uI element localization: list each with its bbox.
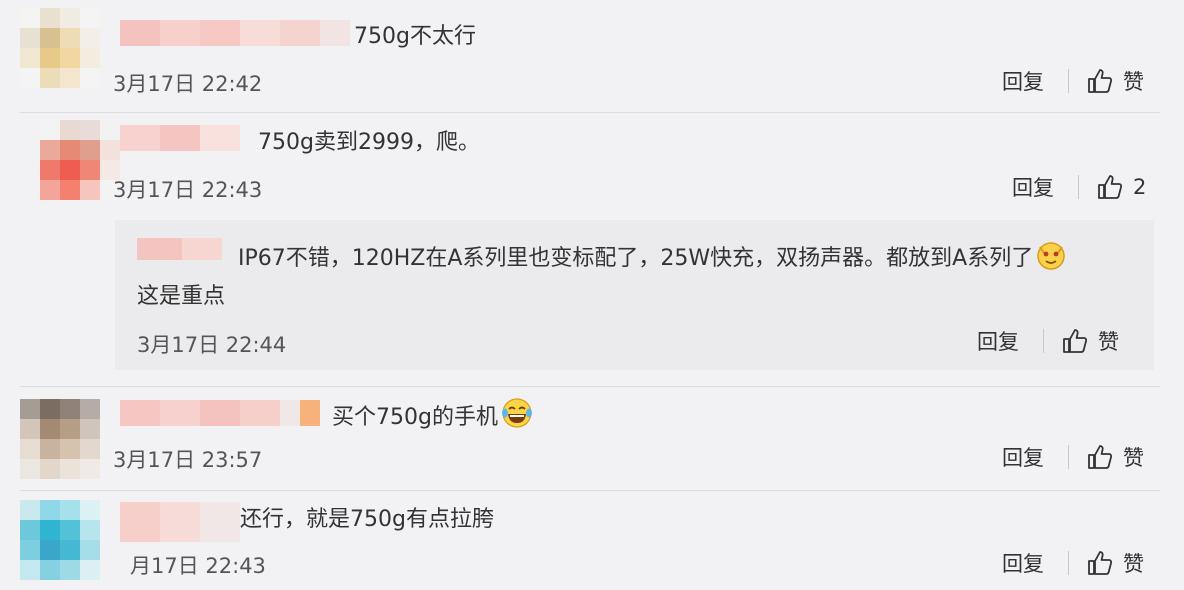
comment-list: 750g不太行 3月17日 22:42 回复 赞 750g卖到2999，爬。 3… xyxy=(0,0,1184,590)
comment-text: 750g不太行 xyxy=(354,24,476,49)
comment-actions: 回复 2 xyxy=(1012,172,1146,202)
comment-timestamp: 3月17日 23:57 xyxy=(113,448,263,472)
thumbs-up-icon[interactable] xyxy=(1087,444,1113,470)
like-button[interactable]: 赞 xyxy=(1123,66,1144,96)
username[interactable] xyxy=(120,502,240,542)
comment-text: 还行，就是750g有点拉胯 xyxy=(240,507,494,532)
comment-timestamp: 月17日 22:43 xyxy=(130,554,266,578)
avatar[interactable] xyxy=(20,399,100,479)
divider xyxy=(20,386,1160,387)
divider xyxy=(20,112,1160,113)
thumbs-up-icon[interactable] xyxy=(1087,68,1113,94)
reply-timestamp: 3月17日 22:44 xyxy=(137,333,287,357)
thumbs-up-icon[interactable] xyxy=(1062,328,1088,354)
reply-actions: 回复 赞 xyxy=(977,326,1119,356)
thumbs-up-icon[interactable] xyxy=(1097,174,1123,200)
divider xyxy=(1078,175,1079,199)
like-button[interactable]: 赞 xyxy=(1123,548,1144,578)
avatar[interactable] xyxy=(40,120,120,200)
username[interactable] xyxy=(120,20,350,46)
thumbs-up-icon[interactable] xyxy=(1087,550,1113,576)
doge-emoji xyxy=(1035,239,1067,280)
username[interactable] xyxy=(120,125,240,151)
reply-button[interactable]: 回复 xyxy=(1002,442,1044,472)
avatar[interactable] xyxy=(20,500,100,580)
like-button[interactable]: 赞 xyxy=(1123,442,1144,472)
laugh-tears-emoji xyxy=(500,396,534,439)
reply-text-line: 这是重点 xyxy=(137,284,226,309)
comment-text: 750g卖到2999，爬。 xyxy=(258,130,480,155)
reply-button[interactable]: 回复 xyxy=(1012,172,1054,202)
divider xyxy=(1068,551,1069,575)
comment-timestamp: 3月17日 22:43 xyxy=(113,178,263,202)
comment-timestamp: 3月17日 22:42 xyxy=(113,72,263,96)
comment-actions: 回复 赞 xyxy=(1002,66,1144,96)
comment-text: 买个750g的手机 xyxy=(332,396,534,439)
username[interactable] xyxy=(120,400,320,426)
reply-text-line: IP67不错，120HZ在A系列里也变标配了，25W快充，双扬声器。都放到A系列… xyxy=(238,246,1034,271)
comment-actions: 回复 赞 xyxy=(1002,548,1144,578)
like-count[interactable]: 2 xyxy=(1133,175,1146,199)
like-button[interactable]: 赞 xyxy=(1098,326,1119,356)
avatar[interactable] xyxy=(20,8,100,88)
reply-button[interactable]: 回复 xyxy=(1002,66,1044,96)
username[interactable] xyxy=(137,238,222,260)
reply-button[interactable]: 回复 xyxy=(977,326,1019,356)
reply-button[interactable]: 回复 xyxy=(1002,548,1044,578)
divider xyxy=(1068,445,1069,469)
divider xyxy=(1043,329,1044,353)
reply-text: IP67不错，120HZ在A系列里也变标配了，25W快充，双扬声器。都放到A系列… xyxy=(238,239,1067,280)
comment-text-content: 买个750g的手机 xyxy=(332,405,498,430)
divider xyxy=(20,490,1160,491)
nested-reply: IP67不错，120HZ在A系列里也变标配了，25W快充，双扬声器。都放到A系列… xyxy=(115,220,1154,370)
divider xyxy=(1068,69,1069,93)
comment-actions: 回复 赞 xyxy=(1002,442,1144,472)
